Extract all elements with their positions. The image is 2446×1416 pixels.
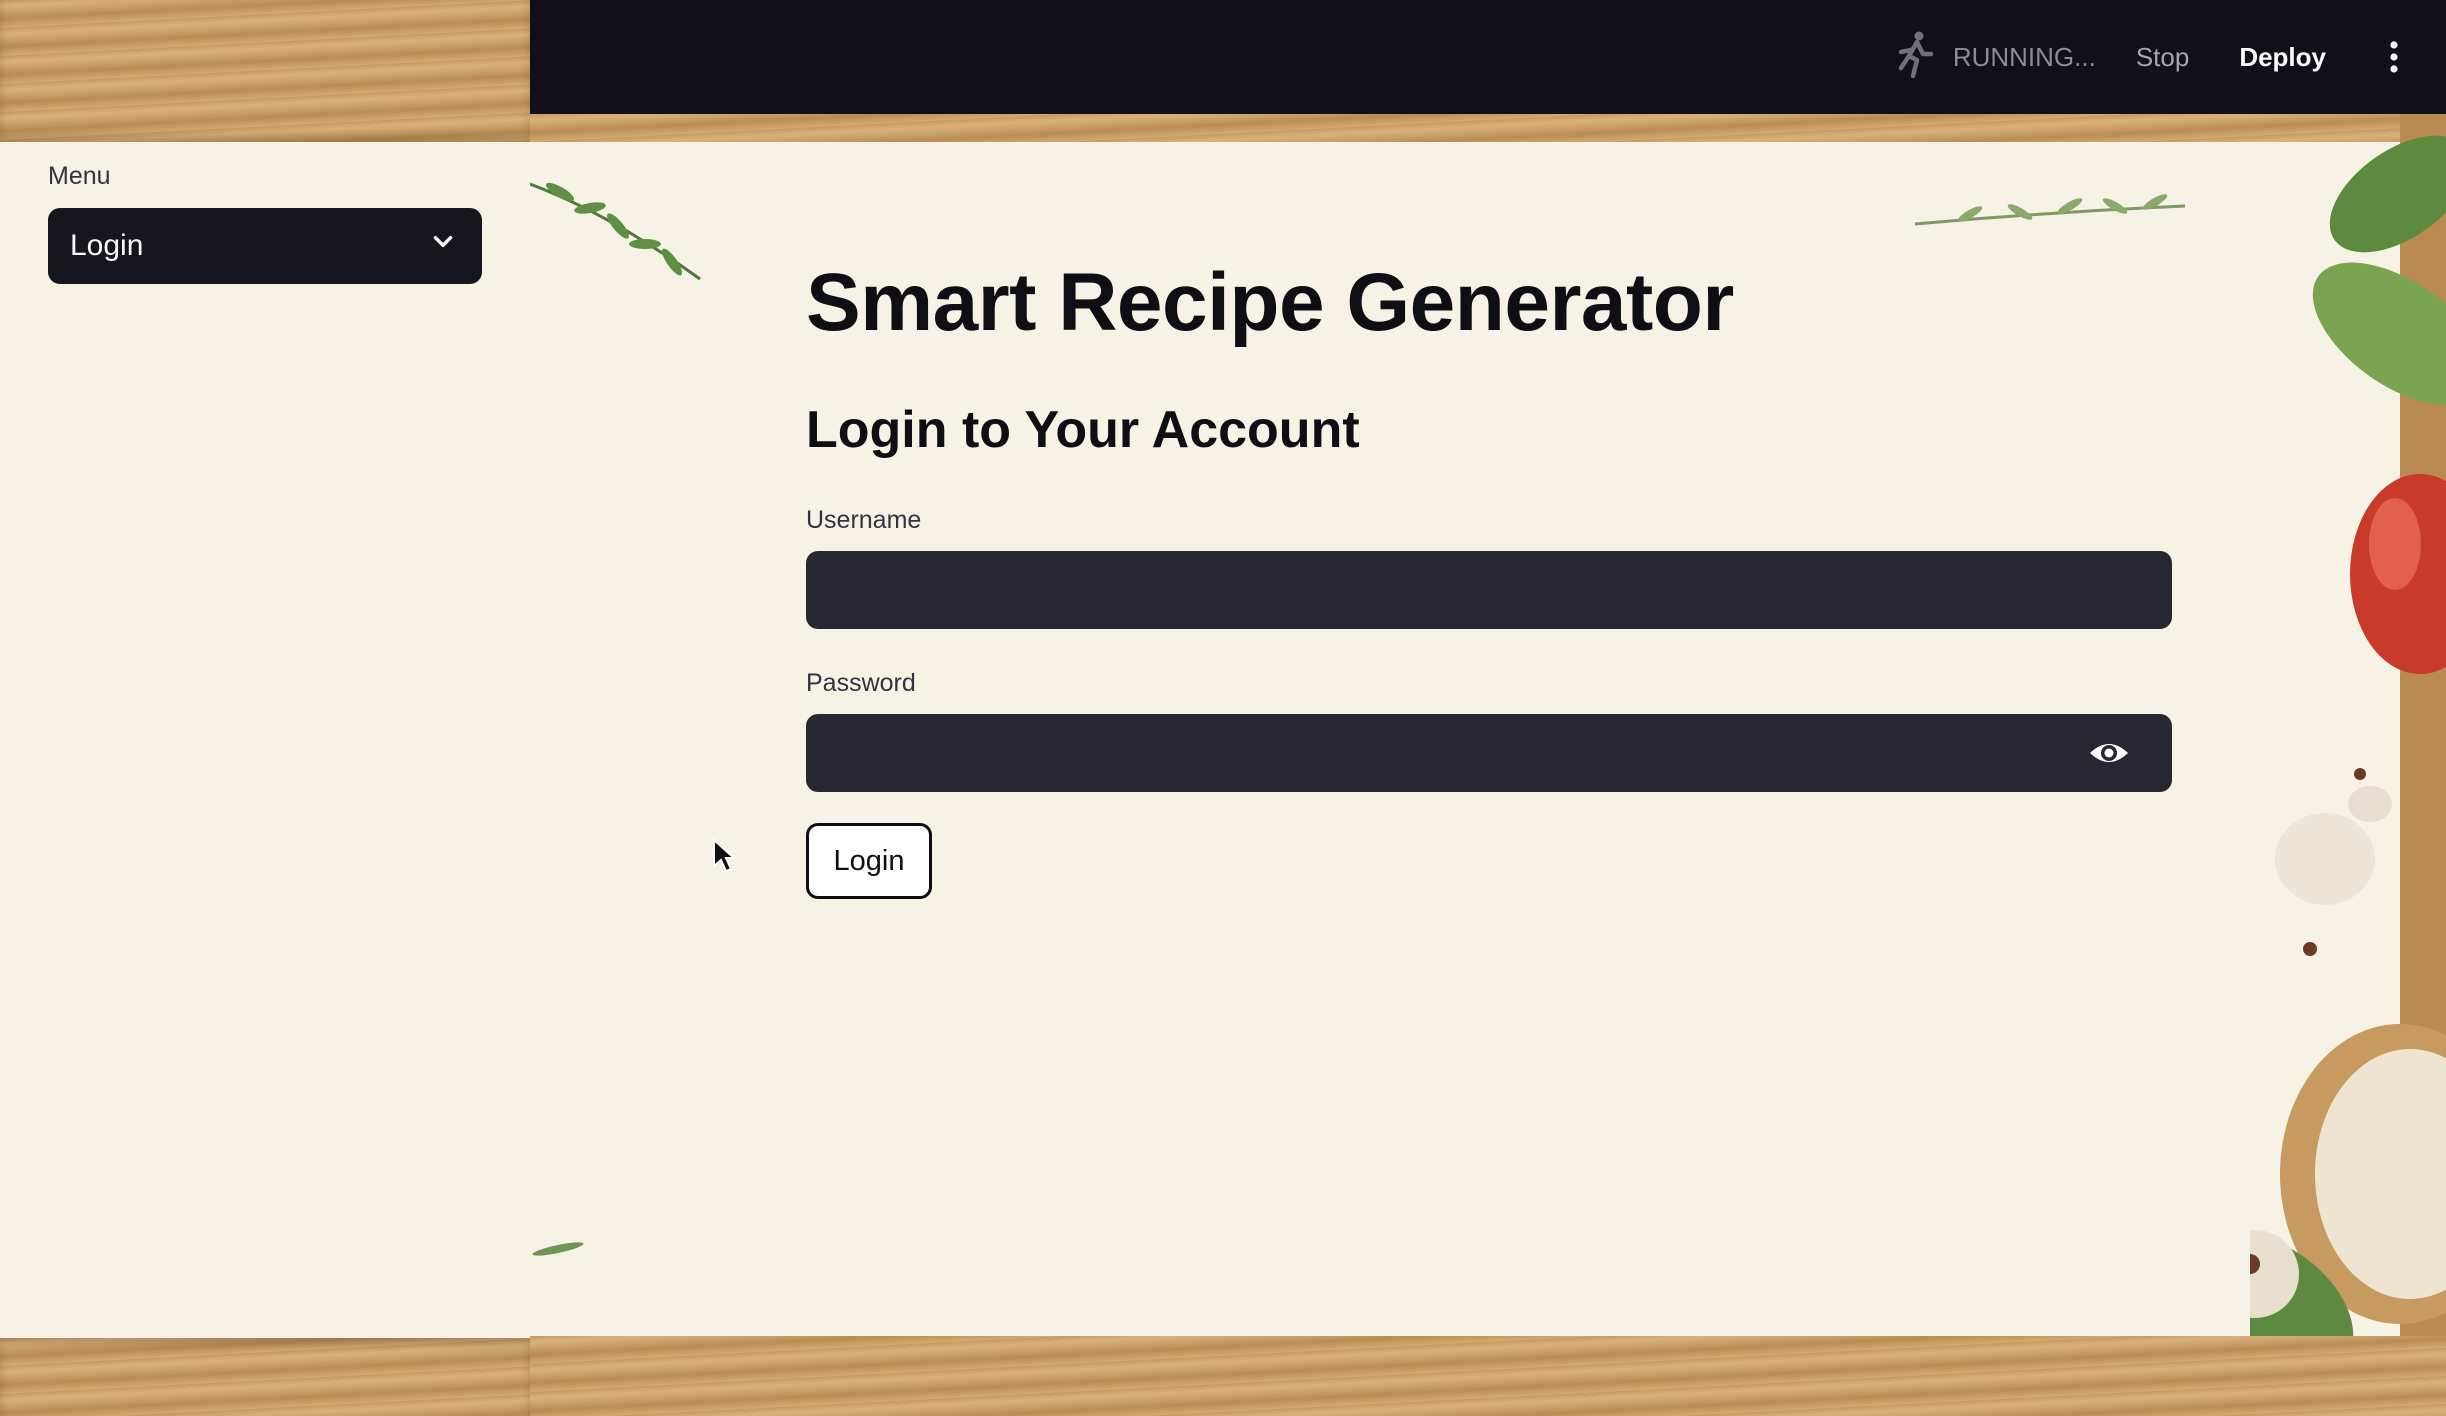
chevron-down-icon <box>430 229 456 263</box>
main-menu-button[interactable] <box>2374 27 2414 87</box>
password-visibility-toggle[interactable] <box>2084 736 2134 770</box>
login-button[interactable]: Login <box>806 823 932 899</box>
username-label: Username <box>806 506 922 534</box>
rosemary-decoration <box>1914 194 2186 226</box>
kebab-menu-icon <box>2390 41 2398 73</box>
main-content: Smart Recipe Generator Login to Your Acc… <box>530 114 2446 1416</box>
username-input[interactable] <box>806 551 2172 629</box>
run-status: RUNNING... <box>1895 30 2096 85</box>
sidebar: Menu Login <box>0 0 531 1416</box>
app-window: Menu Login RUNNING... Stop Deploy Smart … <box>0 0 2446 1416</box>
top-toolbar: RUNNING... Stop Deploy <box>530 0 2446 114</box>
food-illustration-decoration <box>2250 114 2446 1416</box>
running-figure-icon <box>1895 30 1953 85</box>
password-label: Password <box>806 669 916 697</box>
wood-border-bottom <box>0 1338 530 1416</box>
run-status-text: RUNNING... <box>1952 41 2096 72</box>
login-heading: Login to Your Account <box>806 401 1360 459</box>
leaf-decoration <box>532 1242 584 1256</box>
menu-select[interactable]: Login <box>48 208 482 284</box>
wood-border-bottom <box>530 1336 2446 1416</box>
stop-button[interactable]: Stop <box>2136 42 2190 73</box>
wood-border-top <box>530 114 2446 142</box>
wood-border-top <box>0 0 530 142</box>
herb-sprig-decoration <box>530 182 701 281</box>
mouse-cursor-icon <box>713 838 736 873</box>
deploy-button[interactable]: Deploy <box>2239 42 2326 73</box>
eye-icon <box>2090 744 2128 762</box>
password-input[interactable] <box>806 714 2172 792</box>
menu-select-value: Login <box>70 229 144 262</box>
page-title: Smart Recipe Generator <box>806 257 1734 348</box>
menu-label: Menu <box>48 162 111 190</box>
